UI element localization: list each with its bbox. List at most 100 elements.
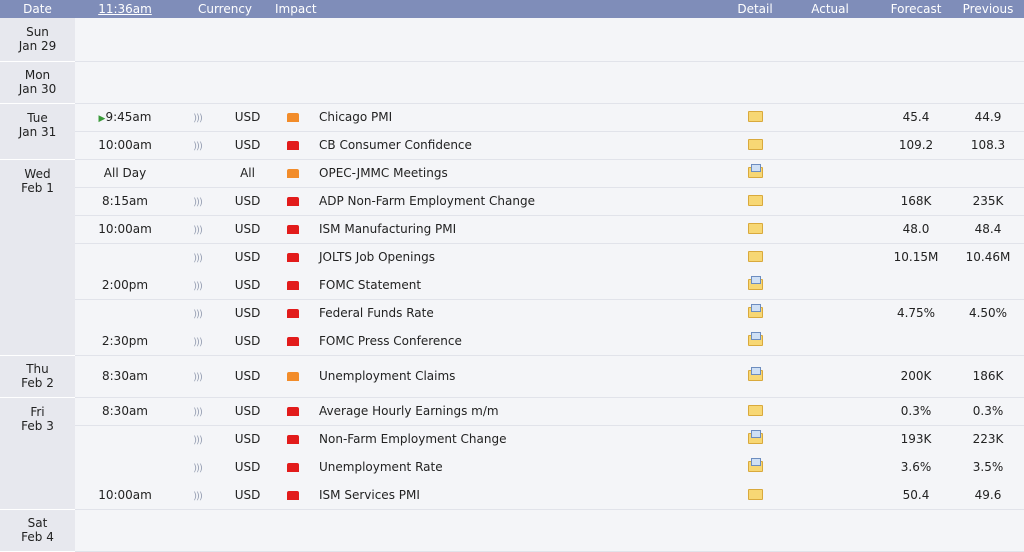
day-of-week: Tue — [27, 110, 48, 125]
event-title[interactable]: OPEC-JMMC Meetings — [310, 159, 731, 188]
sound-icon[interactable]: ))) — [193, 435, 203, 446]
event-row[interactable]: Wed Feb 1 All Day All OPEC-JMMC Meetings — [0, 159, 1024, 356]
event-time — [75, 243, 175, 271]
detail-cell[interactable] — [730, 397, 781, 426]
detail-folder-icon[interactable] — [747, 223, 763, 234]
high-impact-icon — [286, 253, 299, 263]
event-title[interactable]: FOMC Statement — [310, 271, 731, 300]
event-time: 10:00am — [75, 131, 175, 160]
event-row[interactable]: ))) USD Non-Farm Employment Change 193K 223K — [0, 425, 1024, 453]
event-time: 10:00am — [75, 481, 175, 510]
detail-cell[interactable] — [730, 355, 781, 398]
sound-icon[interactable]: ))) — [193, 337, 203, 348]
event-title[interactable]: Chicago PMI — [310, 103, 731, 132]
detail-cell[interactable] — [730, 327, 781, 356]
sound-icon[interactable]: ))) — [193, 141, 203, 152]
detail-document-icon[interactable] — [747, 164, 763, 178]
detail-cell[interactable] — [730, 271, 781, 300]
detail-folder-icon[interactable] — [747, 111, 763, 122]
event-row[interactable]: ))) USD JOLTS Job Openings 10.15M 10.46M — [0, 243, 1024, 271]
detail-cell[interactable] — [730, 243, 781, 271]
event-row[interactable]: Thu Feb 2 8:30am))) USD Unemployment Claims 2… — [0, 355, 1024, 398]
event-title[interactable]: Unemployment Claims — [310, 355, 731, 398]
time-text: All Day — [103, 166, 147, 180]
sound-icon[interactable]: ))) — [193, 491, 203, 502]
detail-folder-icon[interactable] — [747, 405, 763, 416]
detail-document-icon[interactable] — [747, 331, 763, 346]
detail-cell[interactable] — [730, 159, 781, 188]
high-impact-icon — [286, 197, 299, 206]
detail-document-icon[interactable] — [747, 458, 763, 472]
sound-icon[interactable]: ))) — [193, 309, 203, 320]
event-previous: 235K — [952, 187, 1024, 216]
event-title[interactable]: ADP Non-Farm Employment Change — [310, 187, 731, 216]
event-actual — [780, 481, 881, 510]
detail-document-icon[interactable] — [747, 275, 763, 290]
event-previous: 44.9 — [952, 103, 1024, 132]
event-row[interactable]: 10:00am))) USD ISM Services PMI 50.4 49.6 — [0, 481, 1024, 510]
time-text: 8:30am — [102, 369, 148, 383]
event-row[interactable]: 10:00am))) USD ISM Manufacturing PMI 48.0 48… — [0, 215, 1024, 244]
detail-cell[interactable] — [730, 131, 781, 160]
day-of-week: Fri — [30, 404, 45, 419]
event-row[interactable]: ))) USD Federal Funds Rate 4.75% 4.50% — [0, 299, 1024, 327]
impact-cell — [275, 103, 311, 132]
event-row[interactable]: Fri Feb 3 8:30am))) USD Average Hourly Earni… — [0, 397, 1024, 510]
calendar-table: Date 11:36am Currency Impact Detail Actu… — [0, 0, 1024, 552]
event-title[interactable]: ISM Manufacturing PMI — [310, 215, 731, 244]
current-time-link[interactable]: 11:36am — [98, 2, 152, 16]
sound-icon[interactable]: ))) — [193, 463, 203, 474]
event-previous — [952, 271, 1024, 300]
sound-icon[interactable]: ))) — [193, 197, 203, 208]
event-currency: USD — [220, 425, 276, 453]
detail-cell[interactable] — [730, 453, 781, 481]
event-title[interactable]: Unemployment Rate — [310, 453, 731, 481]
detail-document-icon[interactable] — [747, 367, 763, 381]
detail-cell[interactable] — [730, 187, 781, 216]
event-actual — [780, 355, 881, 398]
event-title[interactable]: Average Hourly Earnings m/m — [310, 397, 731, 426]
time-text: 2:00pm — [101, 277, 149, 292]
detail-cell[interactable] — [730, 425, 781, 453]
detail-cell[interactable] — [730, 299, 781, 327]
event-row[interactable]: 10:00am))) USD CB Consumer Confidence 109.2… — [0, 131, 1024, 160]
sound-icon[interactable]: ))) — [193, 372, 203, 383]
event-row[interactable]: 8:15am))) USD ADP Non-Farm Employment Chan… — [0, 187, 1024, 216]
detail-cell[interactable] — [730, 481, 781, 510]
event-title[interactable]: CB Consumer Confidence — [310, 131, 731, 160]
sound-icon[interactable]: ))) — [193, 225, 203, 236]
detail-document-icon[interactable] — [747, 304, 763, 319]
sound-cell: ))) — [175, 243, 220, 271]
time-text: 10:00am — [98, 222, 152, 236]
sound-icon[interactable]: ))) — [193, 407, 203, 418]
event-title[interactable]: Federal Funds Rate — [310, 299, 731, 327]
date-cell: Wed Feb 1 — [0, 159, 75, 356]
sound-cell: ))) — [175, 215, 220, 244]
event-title[interactable]: FOMC Press Conference — [310, 327, 731, 356]
event-row[interactable]: ))) USD Unemployment Rate 3.6% 3.5% — [0, 453, 1024, 481]
sound-icon[interactable]: ))) — [193, 113, 203, 124]
detail-folder-icon[interactable] — [747, 251, 763, 263]
high-impact-icon — [286, 141, 299, 150]
sound-cell: ))) — [175, 299, 220, 327]
day-date: Feb 4 — [21, 530, 54, 544]
detail-document-icon[interactable] — [747, 430, 763, 445]
detail-folder-icon[interactable] — [747, 139, 763, 150]
detail-folder-icon[interactable] — [747, 195, 763, 206]
event-title[interactable]: ISM Services PMI — [310, 481, 731, 510]
event-forecast: 200K — [880, 355, 953, 398]
detail-cell[interactable] — [730, 215, 781, 244]
event-previous: 4.50% — [952, 299, 1024, 327]
detail-folder-icon[interactable] — [747, 488, 763, 500]
date-cell: Thu Feb 2 — [0, 355, 75, 398]
detail-cell[interactable] — [730, 103, 781, 132]
sound-cell: ))) — [175, 271, 220, 300]
sound-icon[interactable]: ))) — [193, 253, 203, 264]
event-row[interactable]: 2:00pm))) USD FOMC Statement — [0, 271, 1024, 300]
event-row[interactable]: Tue Jan 31 ▶9:45am))) USD Chicago PMI 45.4 44.… — [0, 103, 1024, 160]
event-row[interactable]: 2:30pm))) USD FOMC Press Conference — [0, 327, 1024, 356]
event-title[interactable]: JOLTS Job Openings — [310, 243, 731, 271]
header-time[interactable]: 11:36am — [75, 0, 175, 18]
event-title[interactable]: Non-Farm Employment Change — [310, 425, 731, 453]
sound-icon[interactable]: ))) — [193, 281, 203, 292]
